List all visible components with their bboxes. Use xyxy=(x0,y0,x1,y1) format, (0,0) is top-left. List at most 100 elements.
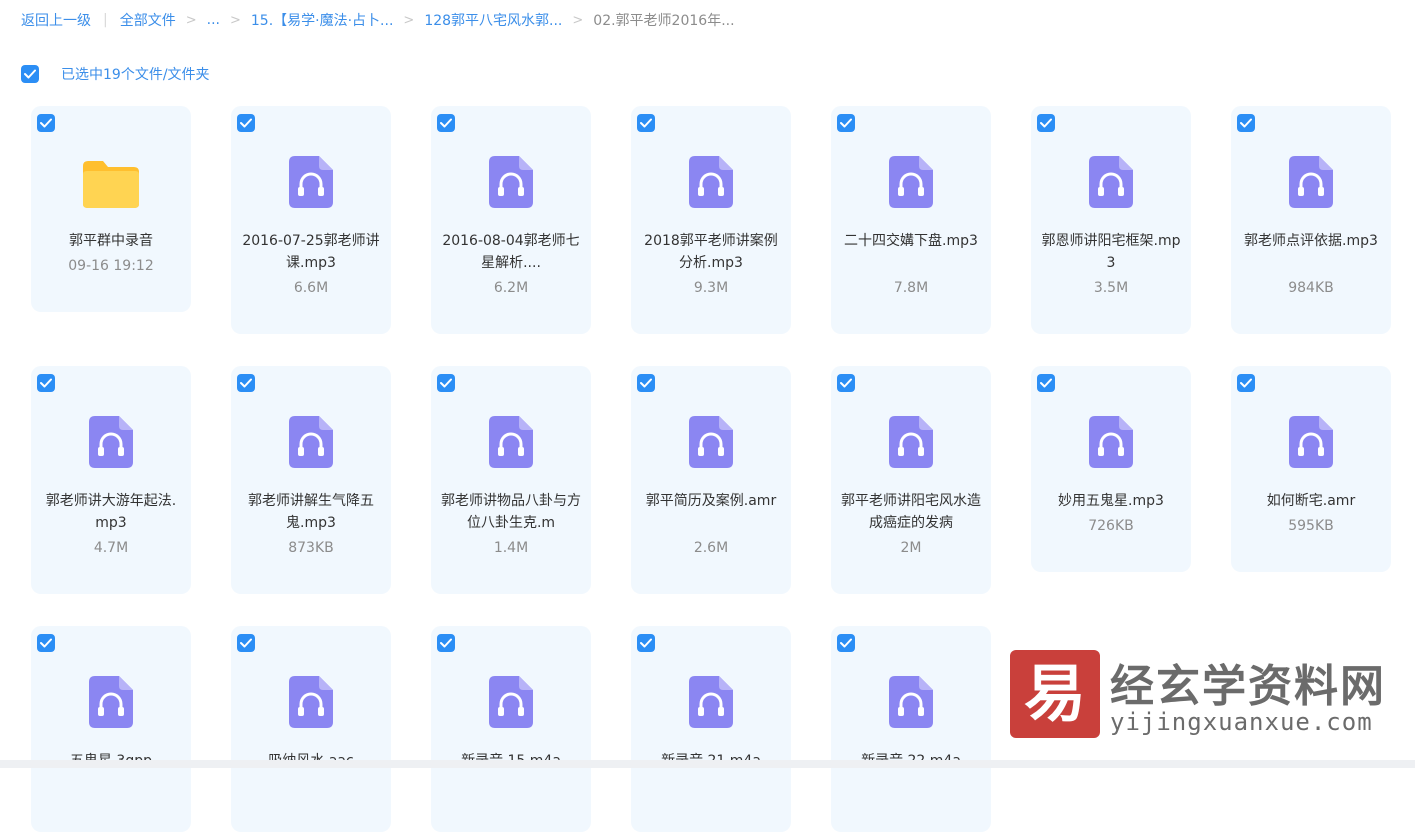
check-icon xyxy=(40,378,52,388)
item-size: 9.3M xyxy=(693,280,729,296)
item-checkbox[interactable] xyxy=(37,634,55,652)
check-icon xyxy=(640,118,652,128)
selection-count: 已选中19个文件/文件夹 xyxy=(61,67,210,83)
item-checkbox[interactable] xyxy=(1237,114,1255,132)
item-name: 妙用五鬼星.mp3 xyxy=(1058,493,1164,509)
divider: | xyxy=(103,12,108,28)
breadcrumb: 返回上一级 | 全部文件 > ... > 15.【易学·魔法·占卜... > 1… xyxy=(21,10,735,30)
file-card[interactable]: 五鬼星.3gpp xyxy=(31,626,191,832)
chevron-right-icon: > xyxy=(572,12,584,28)
watermark-seal: 易 xyxy=(1010,650,1100,738)
check-icon xyxy=(640,378,652,388)
item-date: 09-16 19:12 xyxy=(68,258,154,274)
audio-file-icon xyxy=(1289,416,1333,468)
check-icon xyxy=(1040,118,1052,128)
item-checkbox[interactable] xyxy=(837,114,855,132)
chevron-right-icon: > xyxy=(403,12,415,28)
file-card[interactable]: 2016-08-04郭老师七星解析.... 6.2M xyxy=(431,106,591,334)
audio-file-icon xyxy=(889,676,933,728)
file-card[interactable]: 二十四交媾下盘.mp3 7.8M xyxy=(831,106,991,334)
check-icon xyxy=(440,378,452,388)
file-card[interactable]: 郭老师讲物品八卦与方位八卦生克.m 1.4M xyxy=(431,366,591,594)
file-card[interactable]: 2018郭平老师讲案例分析.mp3 9.3M xyxy=(631,106,791,334)
back-link[interactable]: 返回上一级 xyxy=(21,10,91,30)
item-size: 6.6M xyxy=(293,280,329,296)
item-checkbox[interactable] xyxy=(637,374,655,392)
file-card[interactable]: 郭老师讲解生气降五鬼.mp3 873KB xyxy=(231,366,391,594)
item-checkbox[interactable] xyxy=(637,114,655,132)
audio-file-icon xyxy=(289,676,333,728)
check-icon xyxy=(240,378,252,388)
audio-file-icon xyxy=(489,156,533,208)
file-card[interactable]: 吸纳风水.aac xyxy=(231,626,391,832)
check-icon xyxy=(1040,378,1052,388)
breadcrumb-current: 02.郭平老师2016年... xyxy=(593,13,735,29)
file-card[interactable]: 新录音 15.m4a xyxy=(431,626,591,832)
chevron-right-icon: > xyxy=(229,12,241,28)
file-card[interactable]: 郭老师讲大游年起法.mp3 4.7M xyxy=(31,366,191,594)
audio-file-icon xyxy=(489,676,533,728)
item-checkbox[interactable] xyxy=(237,634,255,652)
breadcrumb-ellipsis[interactable]: ... xyxy=(207,12,220,28)
check-icon xyxy=(240,638,252,648)
check-icon xyxy=(1240,378,1252,388)
item-checkbox[interactable] xyxy=(1037,114,1055,132)
watermark-title: 经玄学资料网 xyxy=(1110,661,1386,712)
breadcrumb-folder-128[interactable]: 128郭平八宅风水郭... xyxy=(424,10,562,30)
item-size: 726KB xyxy=(1088,518,1134,534)
item-size: 873KB xyxy=(288,540,334,556)
item-checkbox[interactable] xyxy=(437,114,455,132)
file-card[interactable]: 郭恩师讲阳宅框架.mp3 3.5M xyxy=(1031,106,1191,334)
item-size: 2.6M xyxy=(693,540,729,556)
file-card[interactable]: 新录音 21.m4a xyxy=(631,626,791,832)
item-name: 2016-07-25郭老师讲课.mp3 xyxy=(242,233,380,271)
file-card[interactable]: 妙用五鬼星.mp3 726KB xyxy=(1031,366,1191,572)
item-name: 郭老师讲大游年起法.mp3 xyxy=(45,493,177,531)
item-checkbox[interactable] xyxy=(437,634,455,652)
item-name: 郭老师点评依据.mp3 xyxy=(1244,233,1378,249)
audio-file-icon xyxy=(89,416,133,468)
watermark: 易 经玄学资料网 yijingxuanxue.com xyxy=(1010,650,1390,742)
item-checkbox[interactable] xyxy=(1237,374,1255,392)
check-icon xyxy=(40,118,52,128)
item-checkbox[interactable] xyxy=(1037,374,1055,392)
breadcrumb-folder-15[interactable]: 15.【易学·魔法·占卜... xyxy=(251,10,394,30)
item-checkbox[interactable] xyxy=(237,114,255,132)
item-checkbox[interactable] xyxy=(437,374,455,392)
item-name: 郭平老师讲阳宅风水造成癌症的发病 xyxy=(841,493,981,531)
folder-card[interactable]: 郭平群中录音 09-16 19:12 xyxy=(31,106,191,312)
file-card[interactable]: 如何断宅.amr 595KB xyxy=(1231,366,1391,572)
item-checkbox[interactable] xyxy=(837,374,855,392)
file-card[interactable]: 新录音 22.m4a xyxy=(831,626,991,832)
item-checkbox[interactable] xyxy=(637,634,655,652)
check-icon xyxy=(40,638,52,648)
item-size: 6.2M xyxy=(493,280,529,296)
item-checkbox[interactable] xyxy=(37,114,55,132)
item-checkbox[interactable] xyxy=(37,374,55,392)
check-icon xyxy=(840,118,852,128)
folder-icon xyxy=(81,158,141,210)
item-name: 郭平群中录音 xyxy=(69,233,153,249)
file-card[interactable]: 郭平老师讲阳宅风水造成癌症的发病 2M xyxy=(831,366,991,594)
item-name: 二十四交媾下盘.mp3 xyxy=(844,233,978,249)
item-name: 2018郭平老师讲案例分析.mp3 xyxy=(644,233,778,271)
audio-file-icon xyxy=(489,416,533,468)
item-name: 郭平简历及案例.amr xyxy=(645,493,777,509)
check-icon xyxy=(24,69,36,79)
breadcrumb-all-files[interactable]: 全部文件 xyxy=(120,10,176,30)
item-name: 郭老师讲物品八卦与方位八卦生克.m xyxy=(441,493,581,531)
select-all-checkbox[interactable] xyxy=(21,65,39,83)
audio-file-icon xyxy=(89,676,133,728)
item-checkbox[interactable] xyxy=(237,374,255,392)
audio-file-icon xyxy=(1089,416,1133,468)
file-card[interactable]: 郭平简历及案例.amr 2.6M xyxy=(631,366,791,594)
item-size: 2M xyxy=(900,540,922,556)
item-checkbox[interactable] xyxy=(837,634,855,652)
check-icon xyxy=(240,118,252,128)
item-size: 3.5M xyxy=(1093,280,1129,296)
file-card[interactable]: 郭老师点评依据.mp3 984KB xyxy=(1231,106,1391,334)
file-card[interactable]: 2016-07-25郭老师讲课.mp3 6.6M xyxy=(231,106,391,334)
item-size: 4.7M xyxy=(93,540,129,556)
item-size: 984KB xyxy=(1288,280,1334,296)
horizontal-scrollbar[interactable] xyxy=(0,760,1415,768)
